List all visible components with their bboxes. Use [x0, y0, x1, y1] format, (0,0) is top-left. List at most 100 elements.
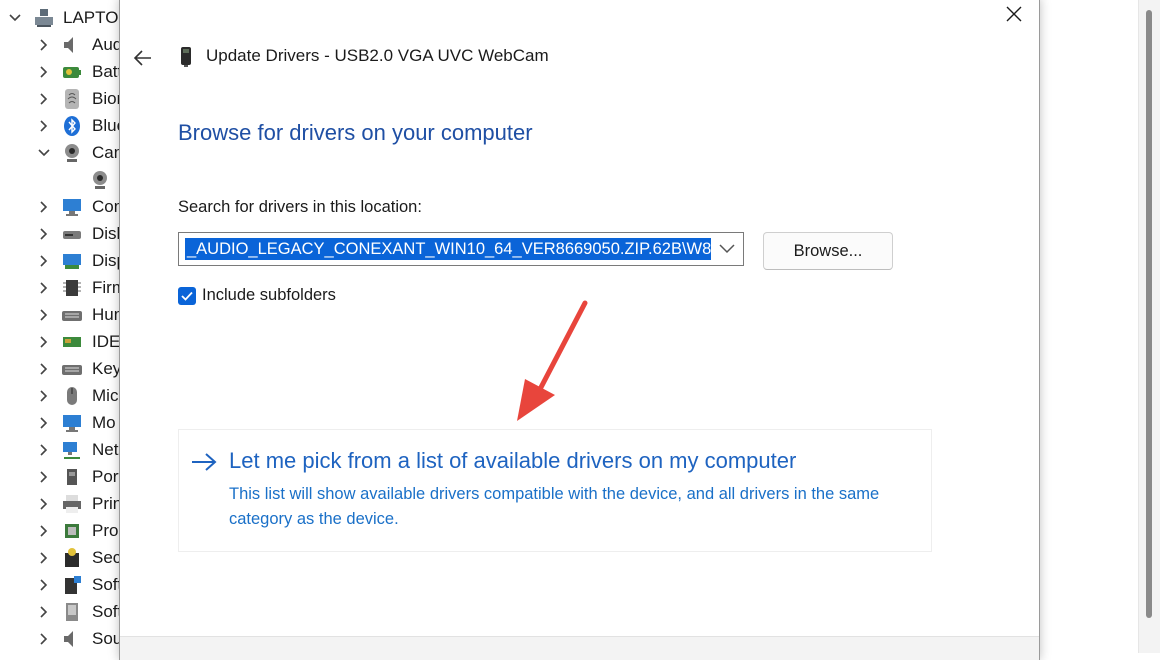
chevron-down-icon[interactable]: [3, 6, 27, 30]
pick-driver-title[interactable]: Let me pick from a list of available dri…: [229, 448, 796, 474]
tree-item-label: Mo: [92, 412, 116, 432]
back-button[interactable]: [130, 45, 156, 71]
chevron-right-icon[interactable]: [32, 33, 56, 57]
speaker-icon: [61, 628, 83, 650]
tree-item[interactable]: Bion: [0, 85, 120, 112]
tree-item-label: Cam: [92, 142, 120, 162]
chevron-right-icon[interactable]: [32, 222, 56, 246]
dialog-footer: [120, 636, 1039, 660]
include-subfolders-checkbox[interactable]: [178, 286, 196, 305]
close-icon: [1006, 6, 1022, 22]
tree-item[interactable]: Aud: [0, 31, 120, 58]
tree-item[interactable]: Key: [0, 355, 120, 382]
tree-item-label: Soft: [92, 574, 120, 594]
tree-item[interactable]: Disp: [0, 247, 120, 274]
chevron-right-icon[interactable]: [32, 330, 56, 354]
tree-item-label: Batt: [92, 61, 120, 81]
tree-item[interactable]: Secu: [0, 544, 120, 571]
tree-item-label: Mic: [92, 385, 119, 405]
tree-item-label: Firm: [92, 277, 120, 297]
tree-item-label: IDE: [92, 331, 120, 351]
chevron-right-icon[interactable]: [32, 492, 56, 516]
chevron-right-icon[interactable]: [32, 195, 56, 219]
chevron-right-icon[interactable]: [32, 438, 56, 462]
tree-item[interactable]: Mo: [0, 409, 120, 436]
tree-item-label: Soft: [92, 601, 120, 621]
tree-item[interactable]: Prin: [0, 490, 120, 517]
chevron-right-icon[interactable]: [32, 546, 56, 570]
camera-icon: [61, 142, 83, 164]
include-subfolders-row: Include subfolders: [178, 286, 336, 305]
combobox-dropdown-button[interactable]: [713, 235, 741, 263]
driver-path-combobox[interactable]: _AUDIO_LEGACY_CONEXANT_WIN10_64_VER86690…: [178, 232, 744, 266]
disk-icon: [61, 223, 83, 245]
tree-item-label: Aud: [92, 34, 120, 54]
tree-item[interactable]: Port: [0, 463, 120, 490]
tree-item[interactable]: Mic: [0, 382, 120, 409]
tree-item[interactable]: Sou: [0, 625, 120, 652]
chevron-right-icon[interactable]: [32, 60, 56, 84]
back-arrow-icon: [133, 50, 151, 66]
tree-item[interactable]: Batt: [0, 58, 120, 85]
ide-icon: [61, 331, 83, 353]
close-button[interactable]: [1001, 1, 1027, 27]
chevron-right-icon[interactable]: [32, 249, 56, 273]
tree-item[interactable]: Hum: [0, 301, 120, 328]
browse-button[interactable]: Browse...: [763, 232, 893, 270]
keyboard-icon: [61, 358, 83, 380]
chip-icon: [61, 277, 83, 299]
chevron-right-icon[interactable]: [32, 87, 56, 111]
mouse-icon: [61, 385, 83, 407]
tree-item[interactable]: Soft: [0, 598, 120, 625]
scrollbar-thumb[interactable]: [1146, 10, 1152, 618]
fingerprint-icon: [61, 88, 83, 110]
scrollbar[interactable]: [1138, 0, 1160, 653]
tree-item-label: Prin: [92, 493, 120, 513]
chevron-right-icon[interactable]: [32, 627, 56, 651]
chevron-right-icon[interactable]: [32, 465, 56, 489]
tree-item[interactable]: IDE: [0, 328, 120, 355]
tree-item[interactable]: Firm: [0, 274, 120, 301]
page-heading: Browse for drivers on your computer: [178, 120, 533, 145]
chevron-right-icon[interactable]: [32, 384, 56, 408]
tree-item[interactable]: Cam: [0, 139, 120, 166]
tree-item[interactable]: Disk: [0, 220, 120, 247]
tree-item[interactable]: [0, 166, 120, 193]
tree-item-label: Net: [92, 439, 119, 459]
monitor-icon: [61, 196, 83, 218]
chevron-right-icon[interactable]: [32, 519, 56, 543]
tree-item[interactable]: Soft: [0, 571, 120, 598]
tree-item-label: Secu: [92, 547, 120, 567]
chevron-right-icon[interactable]: [32, 114, 56, 138]
chevron-right-icon[interactable]: [32, 411, 56, 435]
chevron-right-icon[interactable]: [32, 357, 56, 381]
tree-item-label: Key: [92, 358, 120, 378]
tree-item-label: Port: [92, 466, 120, 486]
tree-item[interactable]: Com: [0, 193, 120, 220]
pick-driver-list-option[interactable]: Let me pick from a list of available dri…: [178, 429, 932, 552]
tree-item-label: Disk: [92, 223, 120, 243]
chevron-down-icon: [719, 244, 735, 254]
chevron-right-icon[interactable]: [32, 600, 56, 624]
software-component-icon: [61, 574, 83, 596]
port-icon: [61, 466, 83, 488]
chevron-right-icon[interactable]: [32, 303, 56, 327]
tree-item[interactable]: Net: [0, 436, 120, 463]
search-location-label: Search for drivers in this location:: [178, 198, 422, 216]
chevron-down-icon[interactable]: [32, 141, 56, 165]
tree-item-label: Sou: [92, 628, 120, 648]
tree-item[interactable]: Blue: [0, 112, 120, 139]
tree-root[interactable]: LAPTOP: [0, 4, 120, 31]
computer-icon: [33, 7, 55, 29]
update-drivers-dialog: Update Drivers - USB2.0 VGA UVC WebCam B…: [119, 0, 1040, 660]
printer-icon: [61, 493, 83, 515]
tree-item[interactable]: Proc: [0, 517, 120, 544]
dialog-title: Update Drivers - USB2.0 VGA UVC WebCam: [206, 46, 549, 65]
include-subfolders-label[interactable]: Include subfolders: [202, 286, 336, 305]
tree-item-label: Bion: [92, 88, 120, 108]
driver-path-input[interactable]: _AUDIO_LEGACY_CONEXANT_WIN10_64_VER86690…: [185, 238, 711, 260]
chevron-right-icon[interactable]: [32, 573, 56, 597]
chevron-right-icon[interactable]: [32, 276, 56, 300]
device-tree: LAPTOP Aud Batt Bion Blue Cam Com Disk Disp Firm…: [0, 0, 120, 653]
tree-root-label: LAPTOP: [63, 7, 120, 27]
